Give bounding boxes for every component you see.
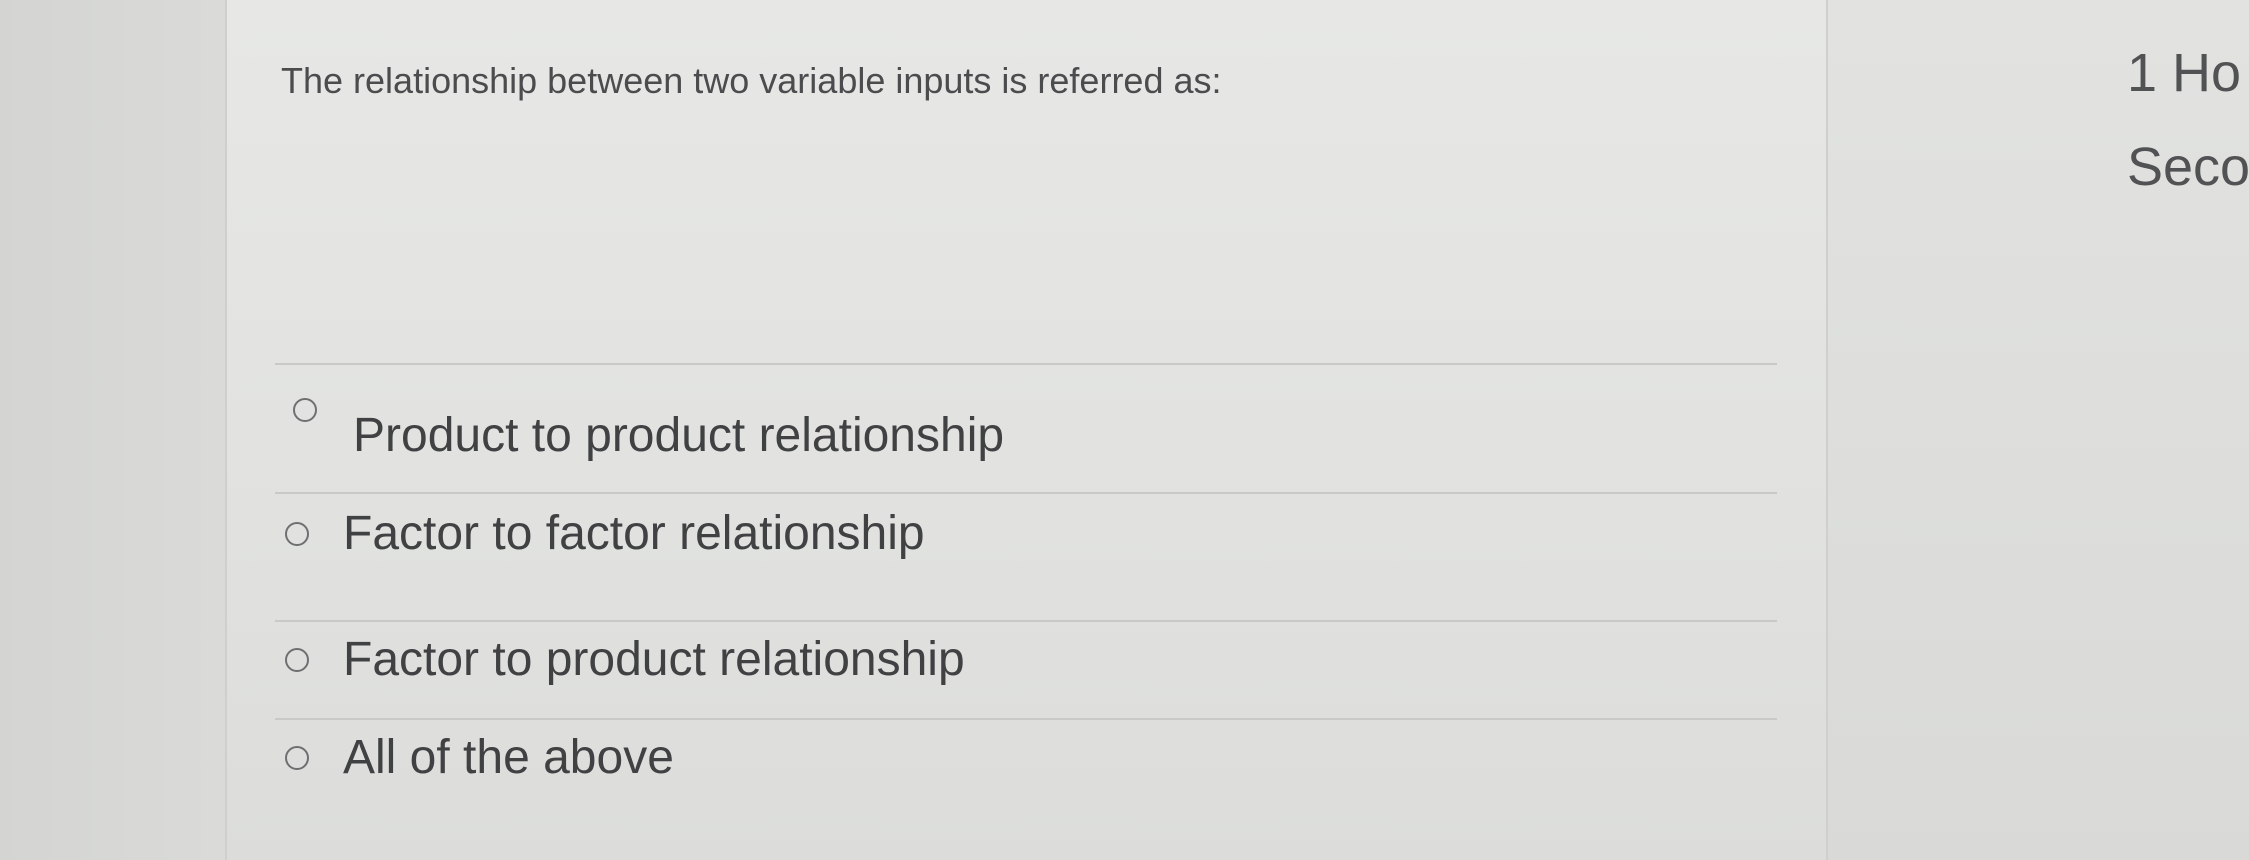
- left-gutter: [0, 0, 225, 860]
- divider: [275, 620, 1777, 622]
- answer-option-1[interactable]: Product to product relationship: [285, 398, 1005, 463]
- answer-option-4[interactable]: All of the above: [285, 730, 674, 785]
- radio-button-2[interactable]: [285, 521, 309, 546]
- answer-option-4-label: All of the above: [343, 731, 674, 784]
- answer-option-2[interactable]: Factor to factor relationship: [285, 506, 925, 561]
- question-text: The relationship between two variable in…: [281, 60, 1222, 101]
- radio-button-4[interactable]: [285, 745, 309, 770]
- answer-option-1-label: Product to product relationship: [353, 409, 1005, 462]
- side-panel-line-2: Seco: [2127, 137, 2249, 197]
- divider: [275, 363, 1777, 365]
- answer-option-2-label: Factor to factor relationship: [343, 507, 925, 560]
- divider: [275, 718, 1777, 720]
- radio-button-1[interactable]: [293, 398, 317, 422]
- answer-option-3[interactable]: Factor to product relationship: [285, 632, 965, 687]
- radio-button-3[interactable]: [285, 647, 309, 672]
- answer-option-3-label: Factor to product relationship: [343, 633, 965, 686]
- divider: [275, 492, 1777, 494]
- side-panel: [1828, 0, 2249, 860]
- side-panel-line-1: 1 Ho: [2127, 43, 2242, 103]
